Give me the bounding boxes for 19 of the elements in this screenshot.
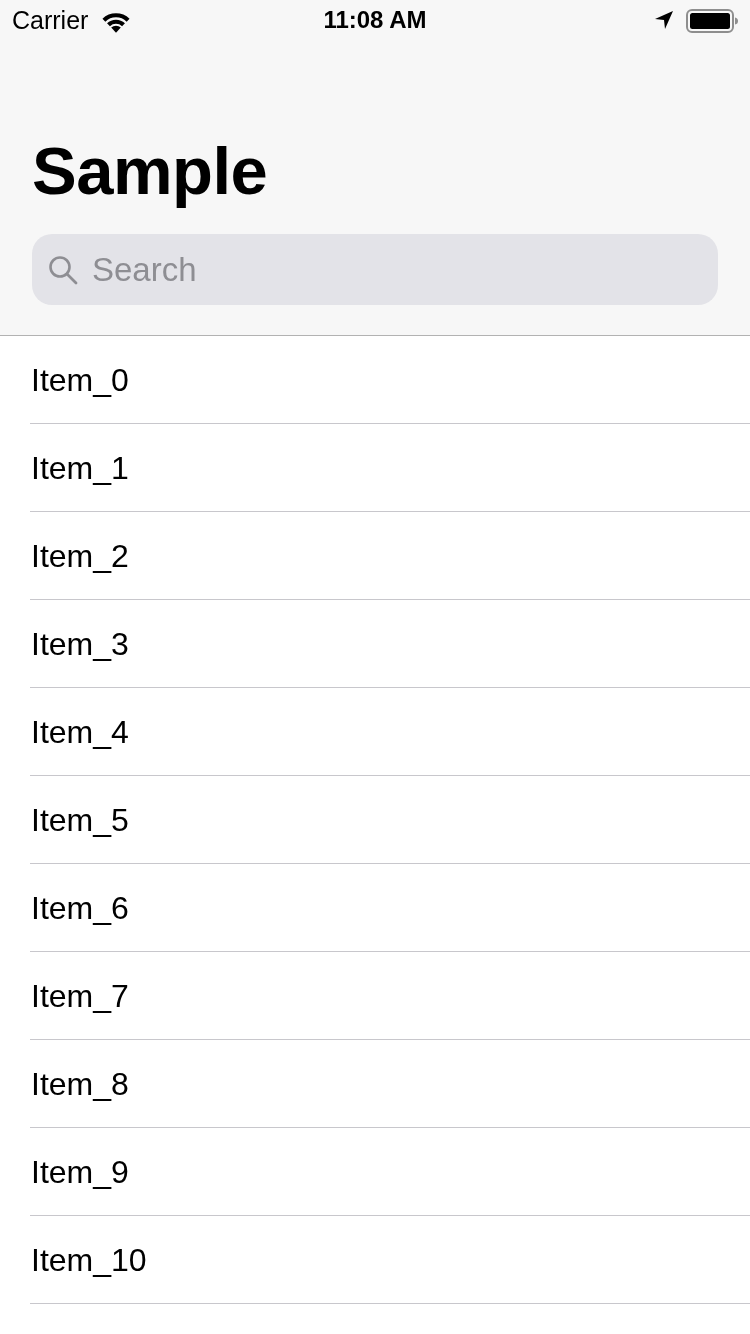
list-item[interactable]: Item_4 xyxy=(30,688,750,776)
list-item[interactable]: Item_7 xyxy=(30,952,750,1040)
list-item[interactable]: Item_2 xyxy=(30,512,750,600)
list-item[interactable]: Item_3 xyxy=(30,600,750,688)
clock-time: 11:08 AM xyxy=(323,5,427,35)
carrier-name: Carrier xyxy=(12,5,89,35)
list-item[interactable]: Item_10 xyxy=(30,1216,750,1304)
list-item[interactable]: Item_0 xyxy=(30,336,750,424)
list-item[interactable]: Item_9 xyxy=(30,1128,750,1216)
search-input[interactable]: Search xyxy=(92,249,702,290)
search-bar[interactable]: Search xyxy=(32,234,718,305)
battery-icon xyxy=(686,9,738,33)
list-item[interactable]: Item_6 xyxy=(30,864,750,952)
page-title: Sample xyxy=(32,132,268,210)
location-arrow-icon xyxy=(654,10,674,30)
list-item[interactable]: Item_8 xyxy=(30,1040,750,1128)
search-icon xyxy=(48,254,78,285)
list-item[interactable]: Item_1 xyxy=(30,424,750,512)
list-item[interactable]: Item_5 xyxy=(30,776,750,864)
